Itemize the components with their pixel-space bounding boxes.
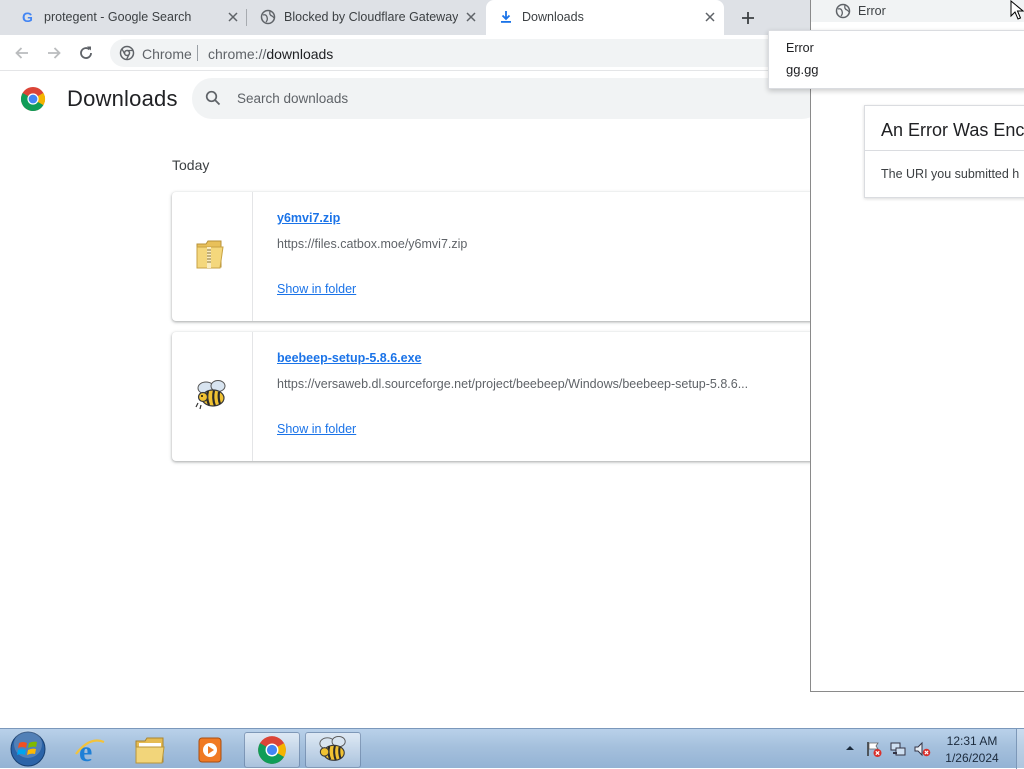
zip-folder-icon <box>195 238 225 270</box>
site-label: Chrome <box>142 46 192 62</box>
beebeep-icon <box>319 735 346 761</box>
show-desktop-button[interactable] <box>1016 729 1024 769</box>
tab-cloudflare-blocked[interactable]: Blocked by Cloudflare Gateway <box>240 0 486 35</box>
taskbar-file-explorer[interactable] <box>122 732 178 768</box>
show-hidden-icons-button[interactable] <box>843 741 857 755</box>
taskbar-chrome[interactable] <box>244 732 300 768</box>
tab-downloads[interactable]: Downloads <box>486 0 724 35</box>
taskbar-internet-explorer[interactable]: e <box>62 732 118 768</box>
omnibox-separator <box>197 45 198 61</box>
error-divider <box>865 150 1024 151</box>
download-item: y6mvi7.zip https://files.catbox.moe/y6mv… <box>172 192 822 321</box>
svg-text:G: G <box>22 9 33 25</box>
close-tab-icon[interactable] <box>464 10 478 24</box>
search-icon <box>205 90 221 106</box>
tooltip-title: Error <box>786 41 814 55</box>
error-box-clip: An Error Was Enc The URI you submitted h <box>865 106 1024 199</box>
back-button[interactable] <box>11 42 33 64</box>
clock-time[interactable]: 12:31 AM <box>930 734 1014 748</box>
media-player-icon <box>198 737 222 763</box>
svg-text:e: e <box>79 735 92 766</box>
new-tab-button[interactable] <box>738 8 758 28</box>
download-filename-link[interactable]: beebeep-setup-5.8.6.exe <box>277 351 422 365</box>
chevron-up-icon <box>846 746 854 750</box>
windows-start-orb-icon <box>10 730 46 767</box>
show-in-folder-link[interactable]: Show in folder <box>277 282 356 296</box>
download-source-url: https://files.catbox.moe/y6mvi7.zip <box>277 237 468 251</box>
mouse-cursor-icon <box>1010 0 1024 20</box>
flag-error-icon <box>867 742 882 757</box>
download-item: beebeep-setup-5.8.6.exe https://versaweb… <box>172 332 822 461</box>
download-arrow-icon <box>498 9 514 25</box>
reload-icon <box>80 46 92 59</box>
error-popup-window: Error An Error Was Enc The URI you submi… <box>768 0 1024 692</box>
globe-icon <box>835 3 851 19</box>
search-downloads-input[interactable]: Search downloads <box>192 78 822 119</box>
taskbar-media-player[interactable] <box>182 732 238 768</box>
tab-title: Blocked by Cloudflare Gateway <box>284 10 459 24</box>
forward-button[interactable] <box>43 42 65 64</box>
download-source-url: https://versaweb.dl.sourceforge.net/proj… <box>277 377 749 391</box>
chrome-icon <box>258 736 286 764</box>
search-placeholder: Search downloads <box>237 91 349 106</box>
tab-google-search[interactable]: G protegent - Google Search <box>0 0 246 35</box>
reload-button[interactable] <box>75 42 97 64</box>
tab-hover-tooltip: Error gg.gg <box>768 30 1024 89</box>
plus-icon <box>742 12 754 24</box>
address-bar[interactable]: Chrome chrome://downloads <box>110 39 810 67</box>
windows-taskbar: e 12:31 AM 1/26/2024 <box>0 728 1024 769</box>
tray-volume[interactable] <box>913 740 931 758</box>
tray-action-center[interactable] <box>865 740 883 758</box>
url-host: downloads <box>266 46 334 62</box>
volume-muted-icon <box>914 741 931 757</box>
chrome-logo-icon <box>20 86 46 112</box>
start-button[interactable] <box>6 729 50 769</box>
tab-title: Downloads <box>522 10 584 24</box>
url-text: chrome://downloads <box>208 46 333 62</box>
google-g-icon: G <box>20 9 36 25</box>
forward-arrow-icon <box>48 47 61 59</box>
network-icon <box>890 742 906 756</box>
bee-app-icon <box>195 379 229 411</box>
globe-icon <box>260 9 276 25</box>
page-title: Downloads <box>67 86 178 111</box>
tray-network[interactable] <box>889 740 907 758</box>
back-arrow-icon <box>15 47 28 59</box>
chrome-site-icon <box>119 45 135 61</box>
popup-title-bar[interactable]: Error <box>811 0 1024 22</box>
file-icon-cell <box>172 332 253 461</box>
close-tab-icon[interactable] <box>703 10 717 24</box>
url-scheme: chrome:// <box>208 46 267 62</box>
taskbar-beebeep[interactable] <box>305 732 361 768</box>
file-icon-cell <box>172 192 253 321</box>
download-filename-link[interactable]: y6mvi7.zip <box>277 211 340 225</box>
tooltip-host: gg.gg <box>786 62 819 77</box>
file-explorer-icon <box>135 737 165 764</box>
close-tab-icon[interactable] <box>226 10 240 24</box>
tab-title: protegent - Google Search <box>44 10 192 24</box>
error-message-box: An Error Was Enc The URI you submitted h <box>864 105 1024 198</box>
internet-explorer-icon: e <box>75 735 105 766</box>
error-body-text: The URI you submitted h <box>881 167 1020 181</box>
clock-date[interactable]: 1/26/2024 <box>930 751 1014 765</box>
date-section-label: Today <box>172 157 210 173</box>
show-in-folder-link[interactable]: Show in folder <box>277 422 356 436</box>
error-heading: An Error Was Enc <box>881 120 1024 140</box>
popup-title: Error <box>858 4 886 18</box>
